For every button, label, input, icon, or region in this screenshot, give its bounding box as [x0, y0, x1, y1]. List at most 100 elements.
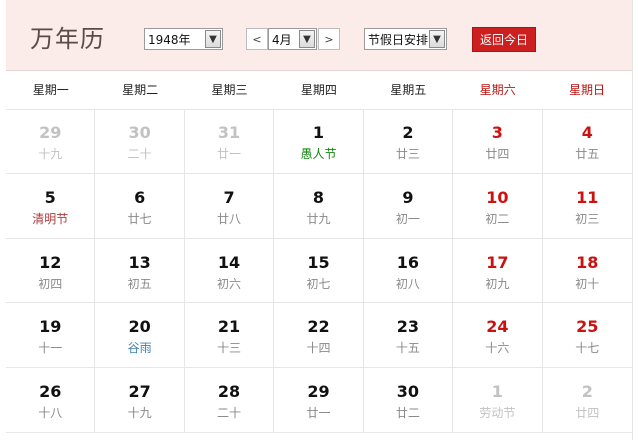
- calendar-day-cell[interactable]: 22 十四: [274, 303, 364, 369]
- lunar-date: 廿一: [217, 147, 242, 161]
- calendar-day-cell[interactable]: 17 初九: [453, 238, 543, 304]
- day-number: 3: [491, 123, 503, 142]
- calendar-day-cell[interactable]: 19 十一: [6, 303, 96, 369]
- year-select-value: 1948年: [148, 32, 191, 47]
- day-number: 7: [223, 187, 235, 207]
- calendar-day-cell[interactable]: 31 廿一: [184, 109, 275, 174]
- calendar-day-cell[interactable]: 30 二十: [95, 109, 185, 174]
- day-number: 19: [39, 317, 62, 337]
- calendar-day-cell[interactable]: 10 初二: [453, 173, 543, 239]
- prev-month-button[interactable]: <: [246, 28, 268, 50]
- day-number: 17: [486, 252, 509, 272]
- lunar-date: 初七: [306, 276, 331, 291]
- lunar-date: 十八: [38, 406, 63, 421]
- day-number: 1: [491, 382, 503, 402]
- day-number: 29: [307, 382, 330, 402]
- calendar-grid: 29 十九 30 二十 31 廿一 1 愚人节 2 廿三 3 廿四 4 廿五 5 清明节 6 廿七 7 廿八 8 廿九 9 初…: [6, 109, 632, 440]
- day-number: 30: [128, 123, 151, 142]
- lunar-date: 初二: [485, 211, 510, 226]
- weekday-label: 星期六: [479, 83, 516, 97]
- lunar-date: 愚人节: [300, 147, 337, 161]
- day-number: 25: [576, 317, 599, 337]
- calendar-day-cell[interactable]: 2 廿三: [363, 109, 454, 174]
- lunar-date: 清明节: [32, 211, 69, 226]
- weekday-label: 星期一: [32, 83, 69, 97]
- calendar-day-cell[interactable]: 1 愚人节: [274, 109, 364, 174]
- calendar-day-cell[interactable]: 26 十八: [6, 368, 96, 433]
- lunar-date: 初十: [575, 276, 600, 291]
- calendar-day-cell[interactable]: 1 劳动节: [453, 368, 543, 433]
- lunar-date: 劳动节: [479, 406, 516, 421]
- calendar-title: 万年历: [30, 25, 105, 53]
- chevron-down-icon[interactable]: ▼: [429, 30, 445, 48]
- calendar-day-cell[interactable]: 20 谷雨: [95, 303, 185, 369]
- year-select[interactable]: 1948年 ▼: [144, 28, 223, 50]
- day-number: 14: [217, 252, 241, 272]
- weekday-header: 星期一 星期二 星期三 星期四 星期五 星期六 星期日: [6, 71, 632, 110]
- calendar-day-cell[interactable]: 21 十三: [184, 303, 275, 369]
- back-to-today-button[interactable]: 返回今日: [472, 27, 536, 52]
- chevron-down-icon[interactable]: ▼: [299, 30, 315, 48]
- calendar-day-cell[interactable]: 7 廿八: [184, 173, 275, 239]
- lunar-date: 廿四: [485, 147, 510, 161]
- holiday-select[interactable]: 节假日安排 ▼: [364, 28, 447, 50]
- chevron-down-icon[interactable]: ▼: [205, 30, 221, 48]
- lunar-date: 廿三: [395, 147, 420, 161]
- lunar-date: 初三: [575, 211, 600, 226]
- calendar-day-cell[interactable]: 29 廿一: [274, 368, 364, 433]
- calendar-day-cell[interactable]: 4 廿五: [542, 109, 632, 174]
- lunar-date: 十一: [38, 341, 63, 356]
- calendar-day-cell[interactable]: 14 初六: [184, 238, 275, 304]
- calendar-day-cell[interactable]: 27 十九: [95, 368, 185, 433]
- day-number: 24: [486, 317, 509, 337]
- day-number: 9: [402, 187, 414, 207]
- calendar-header: 万年历 1948年 ▼ < 4月 ▼ > 节假日安排 ▼ 返回今日: [6, 0, 632, 71]
- calendar-day-cell[interactable]: 5 清明节: [6, 173, 96, 239]
- calendar-day-cell[interactable]: 16 初八: [363, 238, 454, 304]
- lunar-date: 廿八: [217, 211, 242, 226]
- calendar-day-cell[interactable]: 25 十七: [542, 303, 632, 369]
- lunar-date: 廿二: [395, 406, 420, 421]
- calendar-day-cell[interactable]: 24 十六: [453, 303, 543, 369]
- calendar-day-cell[interactable]: 23 十五: [363, 303, 454, 369]
- lunar-date: 初九: [485, 276, 510, 291]
- scrollbar-edge: [632, 0, 638, 440]
- day-number: 27: [128, 382, 151, 402]
- day-number: 13: [128, 252, 151, 272]
- calendar-day-cell[interactable]: 6 廿七: [95, 173, 185, 239]
- calendar-day-cell[interactable]: 18 初十: [542, 239, 632, 304]
- day-number: 28: [217, 382, 241, 402]
- lunar-date: 十三: [217, 341, 242, 356]
- calendar-day-cell[interactable]: 12 初四: [6, 238, 96, 304]
- calendar-day-cell[interactable]: 29 十九: [6, 109, 96, 174]
- lunar-date: 初八: [395, 276, 420, 291]
- calendar-day-cell[interactable]: 15 初七: [274, 238, 364, 304]
- lunar-date: 十六: [485, 341, 510, 356]
- calendar-day-cell[interactable]: 28 二十: [184, 368, 275, 433]
- lunar-date: 十九: [38, 147, 63, 161]
- calendar-day-cell[interactable]: 13 初五: [95, 238, 185, 304]
- day-number: 20: [128, 317, 151, 337]
- day-number: 29: [39, 123, 62, 142]
- day-number: 4: [581, 123, 593, 142]
- day-number: 10: [486, 187, 509, 207]
- calendar-day-cell[interactable]: 11 初三: [542, 174, 632, 239]
- calendar-day-cell[interactable]: 2 廿四: [542, 368, 632, 433]
- lunar-date: 二十: [127, 147, 152, 161]
- day-number: 5: [44, 187, 56, 207]
- calendar-day-cell[interactable]: 30 廿二: [363, 368, 454, 433]
- day-number: 2: [581, 382, 593, 402]
- day-number: 1: [312, 123, 325, 142]
- calendar-day-cell[interactable]: 3 廿四: [453, 109, 543, 174]
- weekday-label: 星期二: [122, 83, 159, 97]
- calendar-day-cell[interactable]: 9 初一: [363, 173, 454, 239]
- next-month-button[interactable]: >: [318, 28, 340, 50]
- calendar-day-cell[interactable]: 8 廿九: [274, 173, 364, 239]
- day-number: 22: [307, 317, 330, 337]
- lunar-date: 初六: [217, 276, 242, 291]
- lunar-date: 初五: [127, 276, 152, 291]
- lunar-date: 二十: [217, 406, 242, 421]
- lunar-date: 十九: [127, 406, 152, 421]
- month-select[interactable]: 4月 ▼: [268, 28, 317, 50]
- weekday-label: 星期五: [390, 83, 427, 97]
